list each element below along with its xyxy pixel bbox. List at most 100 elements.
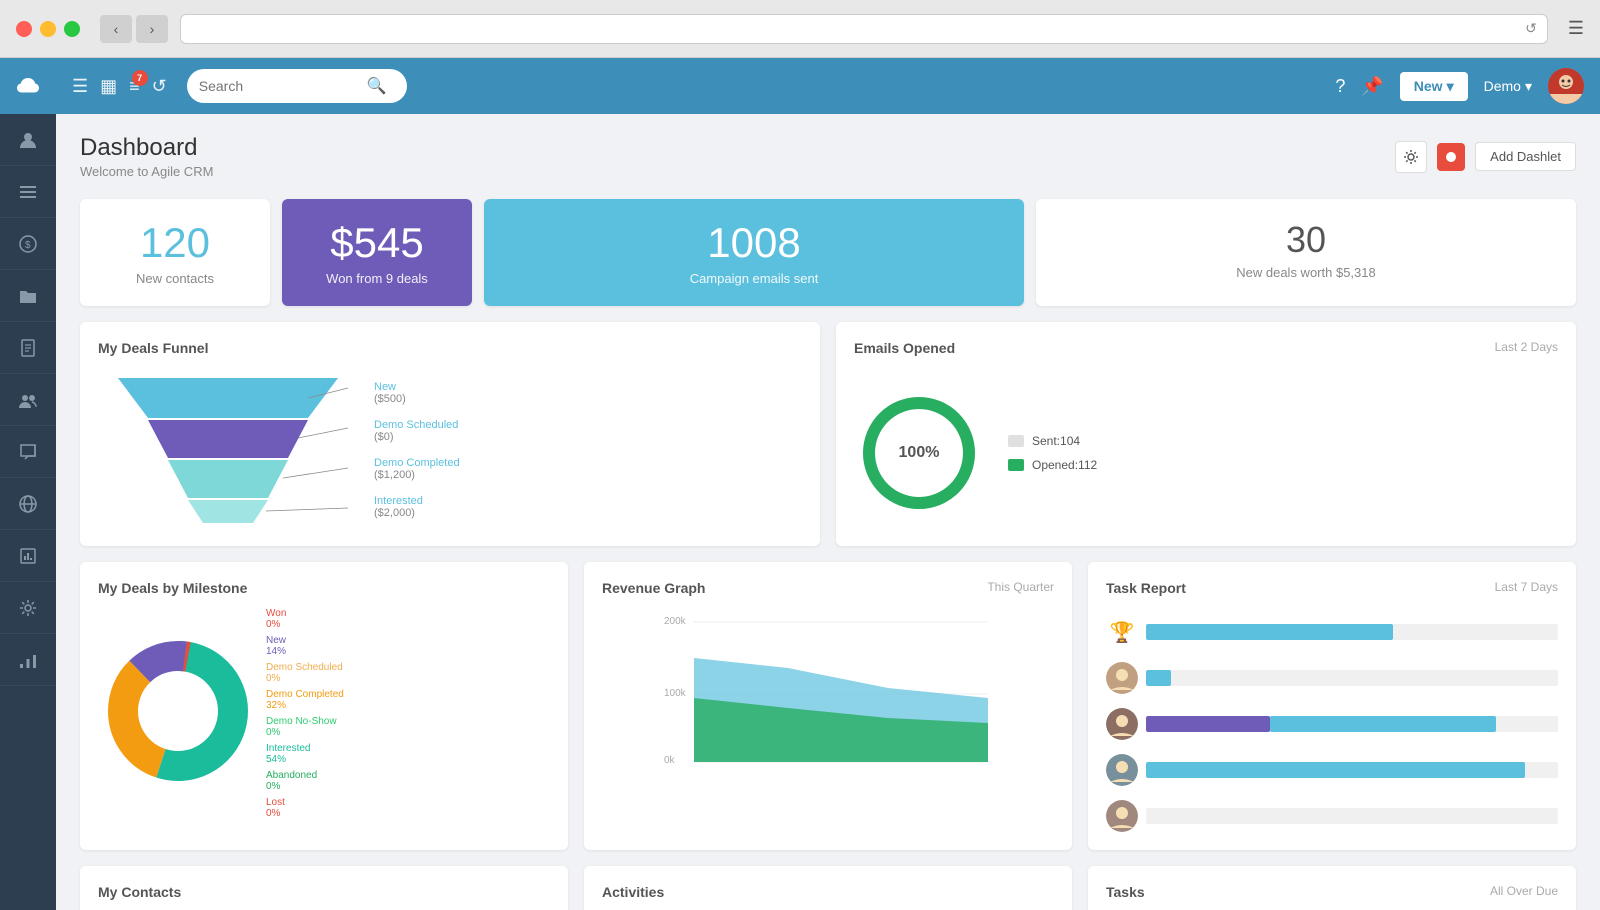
color-icon[interactable] <box>1437 143 1465 171</box>
pie-label-won: Won0% <box>266 608 344 630</box>
traffic-lights <box>16 21 80 37</box>
settings-icon[interactable] <box>1395 141 1427 173</box>
contacts-title: My Contacts <box>98 884 550 900</box>
emails-header: Emails Opened Last 2 Days <box>854 340 1558 368</box>
task-row-5 <box>1106 800 1558 832</box>
task-avatar-2 <box>1106 662 1138 694</box>
sidebar-item-reports[interactable] <box>0 530 56 582</box>
task-bar-fill-1 <box>1146 624 1393 640</box>
funnel-content: New($500) Demo Scheduled($0) Demo Comple… <box>98 368 802 528</box>
new-button[interactable]: New ▾ <box>1400 72 1468 101</box>
donut-chart: 100% <box>854 388 984 518</box>
svg-text:$: $ <box>25 240 31 251</box>
sidebar-item-list[interactable] <box>0 166 56 218</box>
new-contacts-label: New contacts <box>100 271 250 286</box>
add-dashlet-button[interactable]: Add Dashlet <box>1475 142 1576 171</box>
task-avatar-5 <box>1106 800 1138 832</box>
my-contacts-card: My Contacts DI Dion Other, Signup <box>80 866 568 910</box>
activities-title: Activities <box>602 884 1054 900</box>
task-bar-track-5 <box>1146 808 1558 824</box>
forward-button[interactable]: › <box>136 15 168 43</box>
user-avatar[interactable] <box>1548 68 1584 104</box>
funnel-label-demo-completed: Demo Completed($1,200) <box>374 457 460 481</box>
top-navigation: ☰ ▦ ≡ 7 ↺ 🔍 ? 📌 New ▾ Demo ▾ <box>56 58 1600 114</box>
hamburger-menu[interactable]: ☰ <box>1568 18 1584 39</box>
sidebar: $ <box>0 58 56 910</box>
sidebar-item-deals[interactable]: $ <box>0 218 56 270</box>
funnel-label-demo-scheduled: Demo Scheduled($0) <box>374 419 460 443</box>
pie-label-demo-comp: Demo Completed32% <box>266 689 344 711</box>
help-icon[interactable]: ? <box>1335 76 1345 97</box>
task-bar-track-4 <box>1146 762 1558 778</box>
funnel-label-new: New($500) <box>374 381 460 405</box>
close-button[interactable] <box>16 21 32 37</box>
new-deals-label: New deals worth $5,318 <box>1056 265 1556 280</box>
search-bar[interactable]: 🔍 <box>187 69 407 103</box>
app-wrapper: $ ☰ ▦ ≡ <box>0 58 1600 910</box>
sidebar-item-chat[interactable] <box>0 426 56 478</box>
task-report-card: Task Report Last 7 Days 🏆 <box>1088 562 1576 850</box>
revenue-title: Revenue Graph <box>602 580 705 596</box>
sidebar-item-documents[interactable] <box>0 322 56 374</box>
milestone-title: My Deals by Milestone <box>98 580 550 596</box>
nav-history-icon[interactable]: ↺ <box>152 76 167 97</box>
legend-sent: Sent:104 <box>1008 434 1097 448</box>
svg-text:100k: 100k <box>664 688 687 699</box>
task-bar-fill-3a <box>1146 716 1270 732</box>
task-trophy-icon: 🏆 <box>1106 616 1138 648</box>
campaign-number: 1008 <box>504 219 1004 267</box>
reload-icon[interactable]: ↺ <box>1525 20 1537 37</box>
search-input[interactable] <box>199 78 359 94</box>
task-row-4 <box>1106 754 1558 786</box>
task-bar-fill-3b <box>1270 716 1497 732</box>
sidebar-item-groups[interactable] <box>0 374 56 426</box>
demo-button[interactable]: Demo ▾ <box>1484 78 1532 95</box>
won-amount: $545 <box>302 219 452 267</box>
revenue-period: This Quarter <box>987 580 1054 594</box>
sidebar-item-contacts[interactable] <box>0 114 56 166</box>
back-button[interactable]: ‹ <box>100 15 132 43</box>
tasks-period: All Over Due <box>1490 884 1558 898</box>
sidebar-item-web[interactable] <box>0 478 56 530</box>
emails-period: Last 2 Days <box>1495 340 1558 354</box>
campaign-emails-card: 1008 Campaign emails sent <box>484 199 1024 306</box>
task-avatar-3 <box>1106 708 1138 740</box>
browser-chrome: ‹ › ↺ ☰ <box>0 0 1600 58</box>
new-contacts-number: 120 <box>100 219 250 267</box>
task-row-3 <box>1106 708 1558 740</box>
page-title: Dashboard <box>80 134 213 162</box>
task-report-header: Task Report Last 7 Days <box>1106 580 1558 608</box>
revenue-chart: 200k 100k 0k Jan Feb Ma <box>602 608 1054 768</box>
task-report-period: Last 7 Days <box>1495 580 1558 594</box>
deals-milestone-card: My Deals by Milestone <box>80 562 568 850</box>
legend-opened: Opened:112 <box>1008 458 1097 472</box>
sidebar-item-integrations[interactable] <box>0 582 56 634</box>
tasks-header: Tasks All Over Due <box>1106 884 1558 910</box>
new-contacts-card: 120 New contacts <box>80 199 270 306</box>
nav-buttons: ‹ › <box>100 15 168 43</box>
url-bar[interactable]: ↺ <box>180 14 1548 44</box>
opened-legend-color <box>1008 459 1024 471</box>
milestone-content: Won0% New14% Demo Scheduled0% Demo Compl… <box>98 608 550 819</box>
pin-icon[interactable]: 📌 <box>1361 76 1383 97</box>
pie-label-interested: Interested54% <box>266 743 344 765</box>
main-content: ☰ ▦ ≡ 7 ↺ 🔍 ? 📌 New ▾ Demo ▾ <box>56 58 1600 910</box>
funnel-label-interested: Interested($2,000) <box>374 495 460 519</box>
won-deals-card: $545 Won from 9 deals <box>282 199 472 306</box>
minimize-button[interactable] <box>40 21 56 37</box>
pie-label-new: New14% <box>266 635 344 657</box>
won-label: Won from 9 deals <box>302 271 452 286</box>
new-deals-card: 30 New deals worth $5,318 <box>1036 199 1576 306</box>
funnel-chart <box>98 368 358 528</box>
nav-menu-icon[interactable]: ☰ <box>72 76 88 97</box>
nav-notification-wrapper: ≡ 7 <box>129 76 140 97</box>
emails-title: Emails Opened <box>854 340 955 356</box>
avatar-image <box>1548 68 1584 104</box>
sidebar-item-folder[interactable] <box>0 270 56 322</box>
nav-calendar-icon[interactable]: ▦ <box>100 76 117 97</box>
sidebar-logo[interactable] <box>0 58 56 114</box>
maximize-button[interactable] <box>64 21 80 37</box>
nav-right-actions: ? 📌 New ▾ Demo ▾ <box>1335 68 1584 104</box>
sidebar-item-analytics[interactable] <box>0 634 56 686</box>
emails-legend: Sent:104 Opened:112 <box>1008 434 1097 472</box>
